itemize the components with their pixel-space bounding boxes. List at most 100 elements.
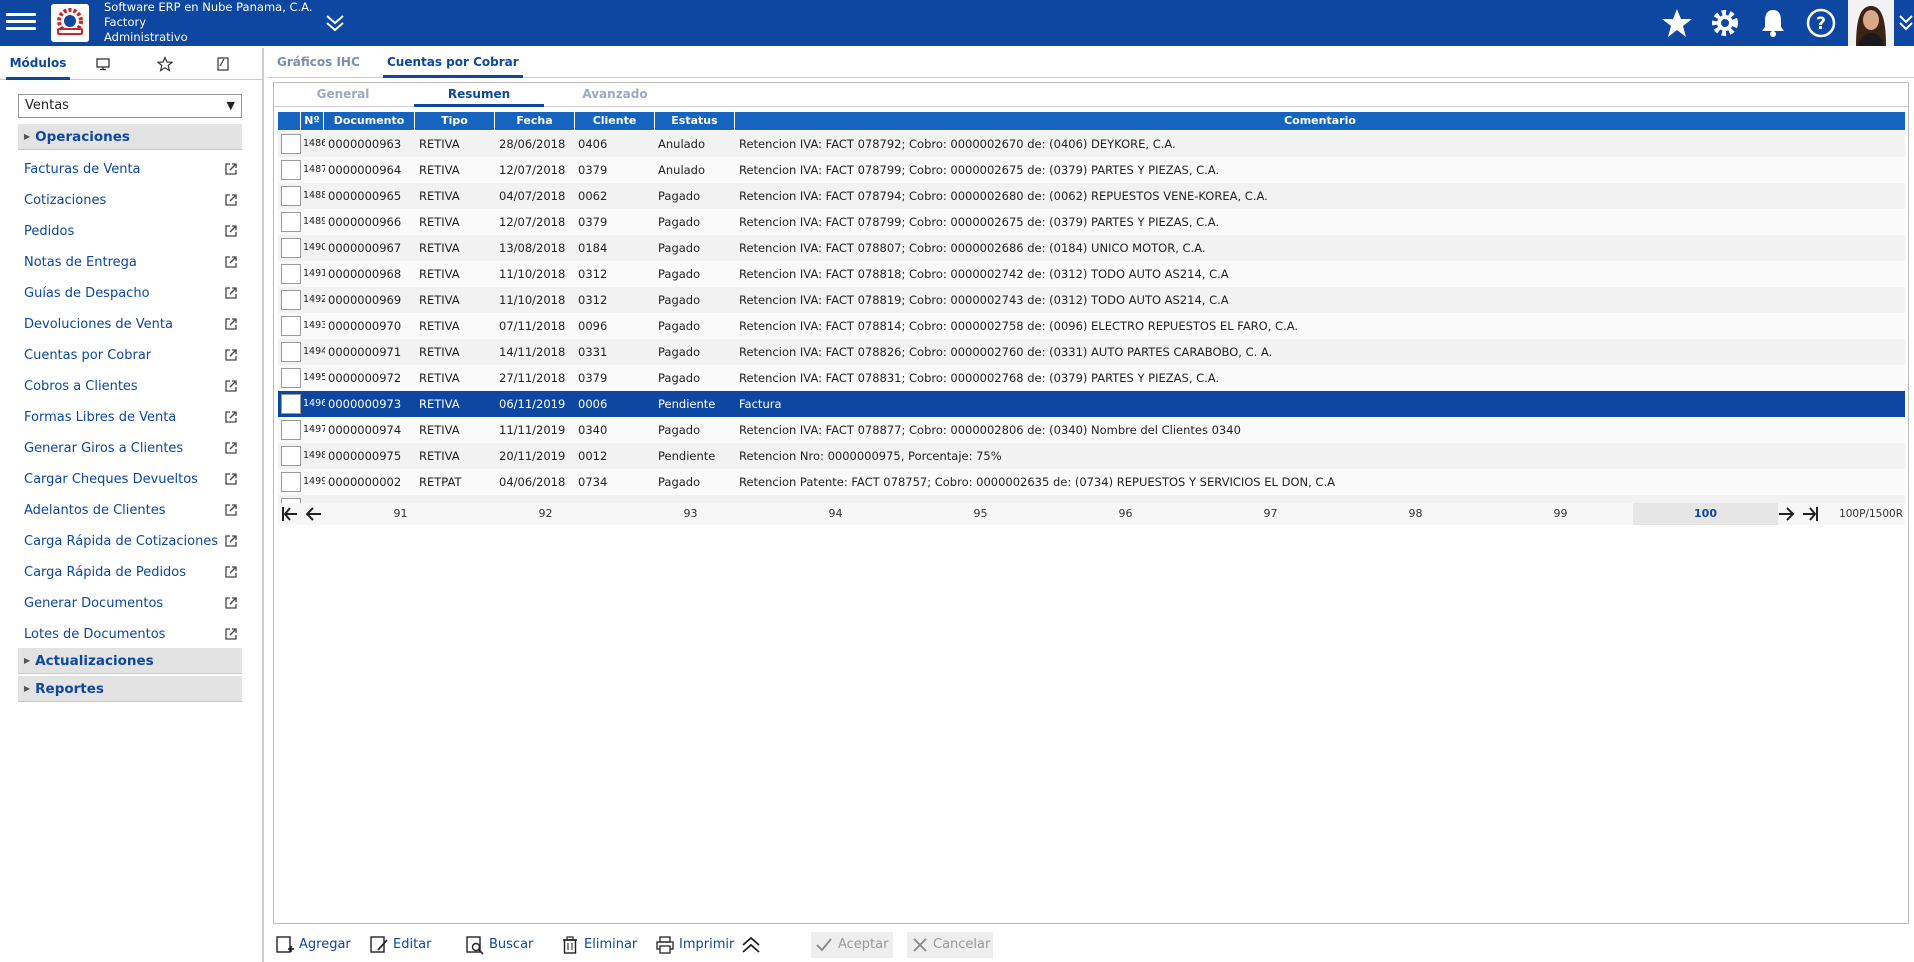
external-link-icon[interactable] xyxy=(224,565,238,579)
cancel-button[interactable]: Cancelar xyxy=(907,932,993,958)
row-checkbox[interactable] xyxy=(281,290,301,310)
sidebar-item[interactable]: Cuentas por Cobrar xyxy=(24,340,242,371)
col-cliente[interactable]: Cliente xyxy=(575,112,655,130)
chevron-double-down-icon[interactable] xyxy=(324,12,346,34)
external-link-icon[interactable] xyxy=(224,441,238,455)
external-link-icon[interactable] xyxy=(224,348,238,362)
table-row[interactable]: 1493 0000000970 RETIVA 07/11/2018 0096 Pagado… xyxy=(278,313,1905,339)
row-checkbox[interactable] xyxy=(281,264,301,284)
external-link-icon[interactable] xyxy=(224,472,238,486)
table-row[interactable]: 1487 0000000964 RETIVA 12/07/2018 0379 Anulad… xyxy=(278,157,1905,183)
external-link-icon[interactable] xyxy=(224,162,238,176)
table-row[interactable]: 1490 0000000967 RETIVA 13/08/2018 0184 Pagado… xyxy=(278,235,1905,261)
row-checkbox[interactable] xyxy=(281,316,301,336)
col-comentario[interactable]: Comentario xyxy=(735,112,1905,130)
user-avatar[interactable] xyxy=(1848,0,1894,46)
sidebar-item[interactable]: Cotizaciones xyxy=(24,185,242,216)
company-logo[interactable] xyxy=(51,4,89,42)
help-icon[interactable]: ? xyxy=(1804,6,1838,40)
edit-button[interactable]: Editar xyxy=(369,932,433,958)
row-checkbox[interactable] xyxy=(281,186,301,206)
tab-resumen[interactable]: Resumen xyxy=(414,83,544,107)
col-select[interactable] xyxy=(278,112,301,130)
menu-icon[interactable] xyxy=(6,9,36,37)
first-page-icon[interactable] xyxy=(280,504,302,524)
section-actualizaciones[interactable]: ▶ Actualizaciones xyxy=(18,648,242,674)
col-estatus[interactable]: Estatus xyxy=(655,112,735,130)
tab-graficos-ihc[interactable]: Gráficos IHC xyxy=(277,48,360,78)
sidebar-item[interactable]: Cobros a Clientes xyxy=(24,371,242,402)
page-link[interactable]: 93 xyxy=(618,503,763,525)
external-link-icon[interactable] xyxy=(224,255,238,269)
sidebar-item[interactable]: Generar Giros a Clientes xyxy=(24,433,242,464)
page-link[interactable]: 91 xyxy=(328,503,473,525)
page-link[interactable]: 95 xyxy=(908,503,1053,525)
page-link[interactable]: 96 xyxy=(1053,503,1198,525)
delete-button[interactable]: Eliminar xyxy=(560,932,638,958)
row-checkbox[interactable] xyxy=(281,368,301,388)
table-row[interactable]: 1498 0000000975 RETIVA 20/11/2019 0012 Pendie… xyxy=(278,443,1905,469)
section-operaciones[interactable]: ▶ Operaciones xyxy=(18,124,242,150)
sidebar-item[interactable]: Carga Rápida de Pedidos xyxy=(24,557,242,588)
external-link-icon[interactable] xyxy=(224,379,238,393)
add-button[interactable]: Agregar xyxy=(275,932,351,958)
row-checkbox[interactable] xyxy=(281,446,301,466)
table-row[interactable]: 1491 0000000968 RETIVA 11/10/2018 0312 Pagado… xyxy=(278,261,1905,287)
row-checkbox[interactable] xyxy=(281,160,301,180)
page-link[interactable]: 100 xyxy=(1633,503,1778,525)
last-page-icon[interactable] xyxy=(1800,504,1822,524)
tab-cuentas-por-cobrar[interactable]: Cuentas por Cobrar xyxy=(383,48,523,78)
col-fecha[interactable]: Fecha xyxy=(495,112,575,130)
table-row[interactable]: 1497 0000000974 RETIVA 11/11/2019 0340 Pagado… xyxy=(278,417,1905,443)
table-row[interactable]: 1489 0000000966 RETIVA 12/07/2018 0379 Pagado… xyxy=(278,209,1905,235)
row-checkbox[interactable] xyxy=(281,472,301,492)
external-link-icon[interactable] xyxy=(224,627,238,641)
module-select[interactable]: Ventas ▼ xyxy=(18,94,242,118)
table-row[interactable]: 1486 0000000963 RETIVA 28/06/2018 0406 Anulad… xyxy=(278,131,1905,157)
notebook-icon[interactable] xyxy=(208,48,238,80)
page-link[interactable]: 94 xyxy=(763,503,908,525)
page-link[interactable]: 92 xyxy=(473,503,618,525)
prev-page-icon[interactable] xyxy=(304,504,326,524)
table-row[interactable]: 1494 0000000971 RETIVA 14/11/2018 0331 Pagado… xyxy=(278,339,1905,365)
table-row[interactable]: 1495 0000000972 RETIVA 27/11/2018 0379 Pagado… xyxy=(278,365,1905,391)
table-row[interactable]: 1499 0000000002 RETPAT 04/06/2018 0734 Pagado… xyxy=(278,469,1905,495)
col-tipo[interactable]: Tipo xyxy=(415,112,495,130)
chevron-double-down-icon[interactable] xyxy=(1898,12,1914,34)
row-checkbox[interactable] xyxy=(281,394,301,414)
col-n[interactable]: Nº xyxy=(301,112,324,130)
external-link-icon[interactable] xyxy=(224,410,238,424)
external-link-icon[interactable] xyxy=(224,534,238,548)
page-link[interactable]: 97 xyxy=(1198,503,1343,525)
next-page-icon[interactable] xyxy=(1776,504,1798,524)
star-icon[interactable] xyxy=(1660,6,1694,40)
row-checkbox[interactable] xyxy=(281,134,301,154)
print-button[interactable]: Imprimir xyxy=(655,932,735,958)
table-row[interactable]: 1492 0000000969 RETIVA 11/10/2018 0312 Pagado… xyxy=(278,287,1905,313)
sidebar-item[interactable]: Adelantos de Clientes xyxy=(24,495,242,526)
external-link-icon[interactable] xyxy=(224,596,238,610)
sidebar-item[interactable]: Pedidos xyxy=(24,216,242,247)
external-link-icon[interactable] xyxy=(224,503,238,517)
chevron-double-up-icon[interactable] xyxy=(740,932,764,958)
row-checkbox[interactable] xyxy=(281,212,301,232)
tab-modulos[interactable]: Módulos xyxy=(6,48,70,80)
sidebar-item[interactable]: Lotes de Documentos xyxy=(24,619,242,650)
sidebar-item[interactable]: Devoluciones de Venta xyxy=(24,309,242,340)
tab-avanzado[interactable]: Avanzado xyxy=(550,83,680,107)
sidebar-item[interactable]: Guías de Despacho xyxy=(24,278,242,309)
page-link[interactable]: 98 xyxy=(1343,503,1488,525)
accept-button[interactable]: Aceptar xyxy=(811,932,893,958)
table-row[interactable]: 1496 0000000973 RETIVA 06/11/2019 0006 Pendie… xyxy=(278,391,1905,417)
row-checkbox[interactable] xyxy=(281,342,301,362)
external-link-icon[interactable] xyxy=(224,193,238,207)
row-checkbox[interactable] xyxy=(281,420,301,440)
star-icon[interactable] xyxy=(150,48,180,80)
page-link[interactable]: 99 xyxy=(1488,503,1633,525)
section-reportes[interactable]: ▶ Reportes xyxy=(18,676,242,702)
external-link-icon[interactable] xyxy=(224,317,238,331)
table-row[interactable]: 1488 0000000965 RETIVA 04/07/2018 0062 Pagado… xyxy=(278,183,1905,209)
col-documento[interactable]: Documento xyxy=(324,112,415,130)
row-checkbox[interactable] xyxy=(281,238,301,258)
sidebar-item[interactable]: Facturas de Venta xyxy=(24,154,242,185)
